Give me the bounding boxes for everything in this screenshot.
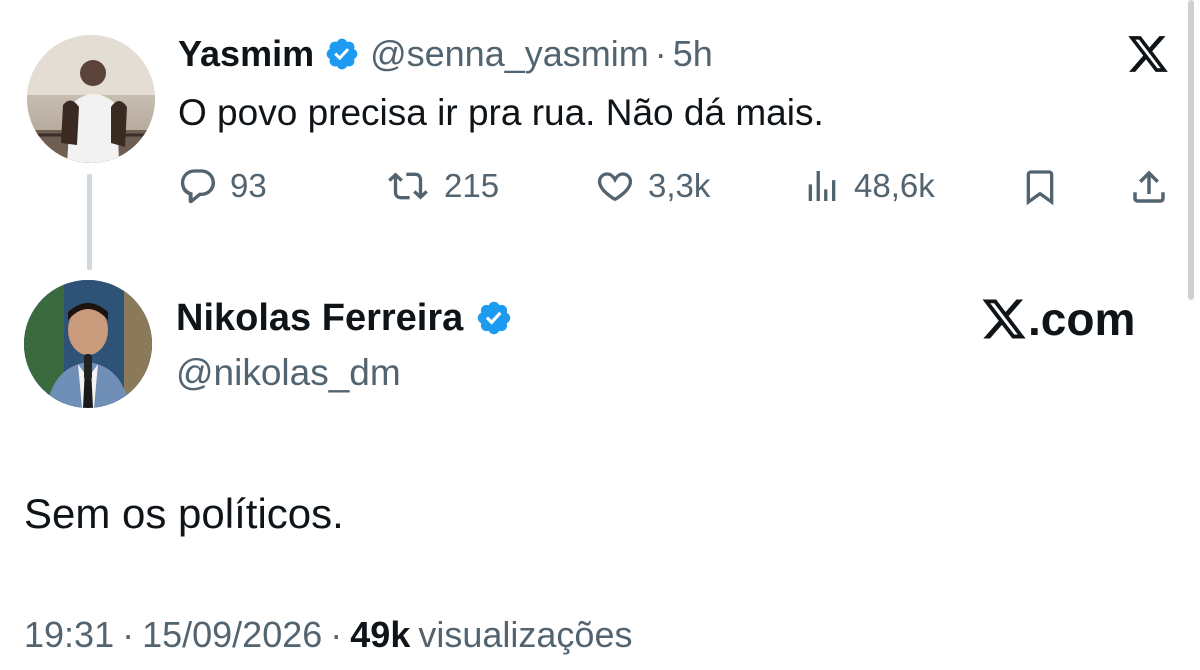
reply-to-time[interactable]: 5h bbox=[673, 33, 713, 75]
tweet-header: Nikolas Ferreira bbox=[176, 292, 513, 344]
tweet-date[interactable]: 15/09/2026 bbox=[142, 614, 322, 656]
x-logo-icon bbox=[980, 295, 1028, 343]
watermark-text: .com bbox=[1028, 293, 1136, 345]
tweet-meta: 19:31 · 15/09/2026 · 49k visualizações bbox=[24, 614, 632, 656]
tweet-handle[interactable]: @nikolas_dm bbox=[176, 352, 401, 394]
views-button[interactable]: 48,6k bbox=[802, 166, 935, 206]
tweet-views-count: 49k bbox=[350, 614, 411, 655]
tweet-text: Sem os políticos. bbox=[24, 490, 344, 537]
like-button[interactable]: 3,3k bbox=[594, 166, 710, 206]
reply-count: 93 bbox=[230, 167, 267, 204]
views-icon bbox=[802, 166, 842, 206]
repost-button[interactable]: 215 bbox=[384, 166, 499, 206]
reply-to-header: Yasmim @senna_yasmim · 5h bbox=[178, 30, 713, 78]
repost-count: 215 bbox=[444, 167, 500, 204]
share-icon[interactable] bbox=[1128, 166, 1170, 213]
avatar-nikolas[interactable] bbox=[24, 280, 152, 408]
reply-to-handle[interactable]: @senna_yasmim bbox=[370, 33, 649, 75]
views-count: 48,6k bbox=[854, 167, 935, 204]
reply-to-separator: · bbox=[654, 33, 667, 74]
avatar-yasmim[interactable] bbox=[27, 35, 155, 163]
meta-separator-2: · bbox=[330, 614, 343, 655]
avatar-yasmim-image bbox=[27, 35, 155, 163]
x-com-watermark: .com bbox=[980, 292, 1135, 346]
scrollbar[interactable] bbox=[1188, 0, 1194, 300]
thread-line bbox=[87, 174, 92, 270]
tweet-views-label: visualizações bbox=[418, 614, 633, 655]
reply-icon bbox=[178, 166, 218, 206]
repost-icon bbox=[384, 166, 432, 206]
tweet-time[interactable]: 19:31 bbox=[24, 614, 114, 656]
verified-badge-icon bbox=[324, 36, 360, 72]
reply-button[interactable]: 93 bbox=[178, 166, 267, 206]
like-count: 3,3k bbox=[648, 167, 711, 204]
x-logo-icon[interactable] bbox=[1126, 32, 1170, 81]
reply-to-text: O povo precisa ir pra rua. Não dá mais. bbox=[178, 92, 824, 133]
tweet-display-name[interactable]: Nikolas Ferreira bbox=[176, 297, 463, 340]
avatar-nikolas-image bbox=[24, 280, 152, 408]
like-icon bbox=[594, 166, 636, 206]
meta-separator-1: · bbox=[122, 614, 135, 655]
verified-badge-icon bbox=[475, 299, 513, 337]
reply-to-display-name[interactable]: Yasmim bbox=[178, 33, 314, 75]
bookmark-icon[interactable] bbox=[1020, 166, 1060, 213]
